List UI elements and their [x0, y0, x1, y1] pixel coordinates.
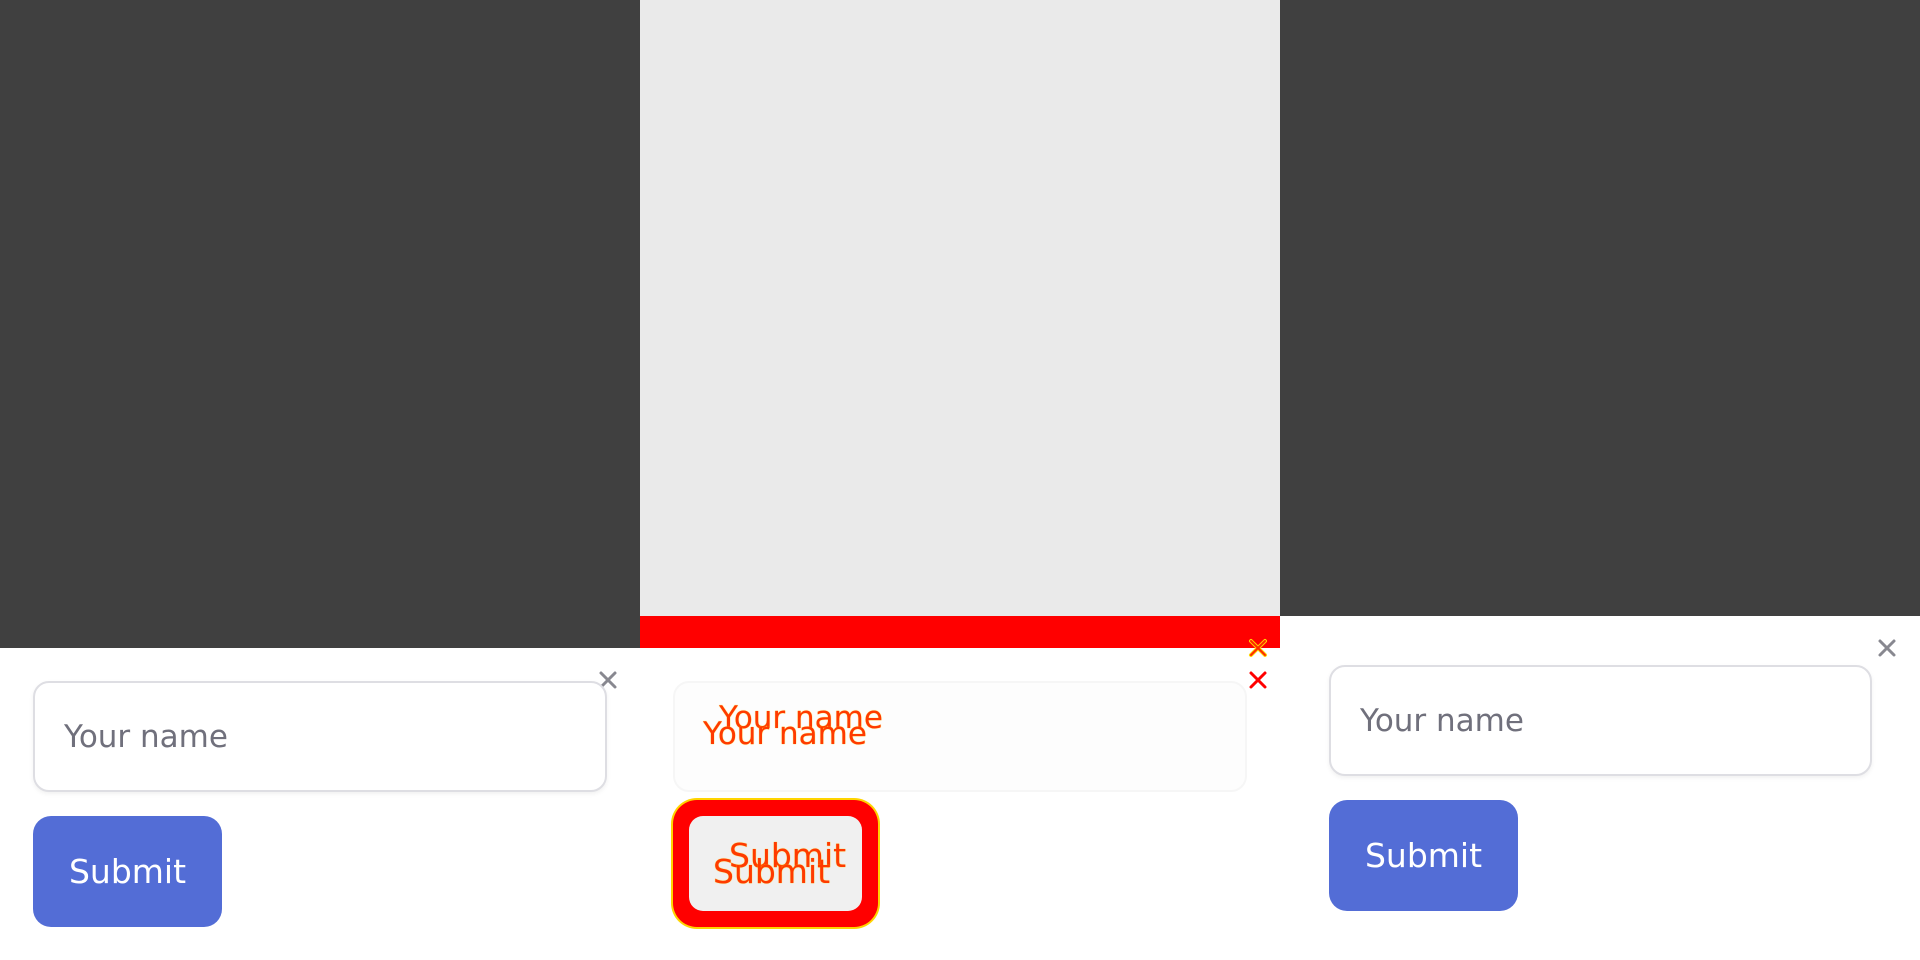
name-input-placeholder: Your name [64, 718, 228, 755]
left-panel: Your name Submit [0, 0, 640, 960]
name-input-placeholder: Your name [1360, 702, 1524, 739]
close-icon [1249, 639, 1267, 657]
close-button[interactable] [1873, 634, 1901, 662]
diff-panel: Your name Your name Submit Submit [640, 0, 1280, 960]
submit-button-label: Submit [1364, 836, 1483, 875]
diff-submit-label: Submit [713, 852, 831, 891]
submit-button[interactable]: Submit [1329, 800, 1518, 911]
right-panel: Your name Submit [1280, 0, 1920, 960]
diff-backdrop [640, 0, 1280, 616]
name-input[interactable]: Your name [33, 681, 607, 792]
name-input[interactable]: Your name [1329, 665, 1872, 776]
diff-placeholder: Your name [703, 716, 867, 752]
submit-button[interactable]: Submit [33, 816, 222, 927]
diff-close-icon-shifted [1244, 634, 1272, 662]
modal-backdrop[interactable] [0, 0, 640, 648]
close-icon [1249, 671, 1267, 689]
modal-backdrop[interactable] [1280, 0, 1920, 616]
diff-band [640, 616, 1280, 648]
diff-close-icon [1244, 666, 1272, 694]
close-icon [1878, 639, 1896, 657]
submit-button-label: Submit [68, 852, 187, 891]
